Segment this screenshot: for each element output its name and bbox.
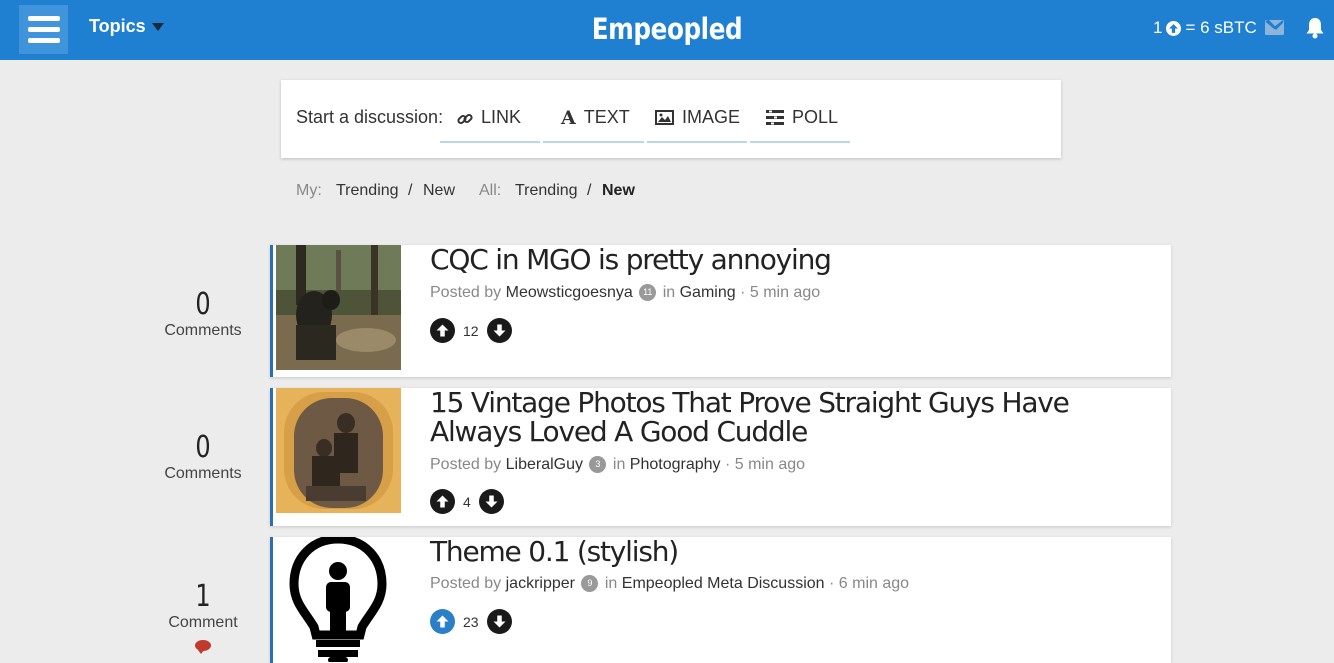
filter-separator: / — [587, 182, 592, 199]
mail-icon[interactable] — [1265, 20, 1284, 35]
vote-count: 12 — [463, 322, 479, 339]
in-label: in — [662, 284, 676, 301]
all-trending-link[interactable]: Trending — [515, 182, 578, 200]
vote-controls: 23 — [430, 609, 512, 634]
post-author[interactable]: LiberalGuy — [506, 456, 583, 473]
post-card: 15 Vintage Photos That Prove Straight Gu… — [270, 388, 1171, 526]
rate-left: 1 — [1153, 18, 1163, 37]
post-meta: Posted by LiberalGuy 3 in Photography · … — [430, 456, 805, 474]
comments-count[interactable]: 1 Comment — [153, 580, 253, 656]
comment-bubble-icon — [195, 640, 211, 654]
all-new-link[interactable]: New — [602, 182, 635, 200]
post-author[interactable]: Meowsticgoesnya — [506, 284, 633, 301]
upvote-button[interactable] — [430, 609, 455, 634]
post-time: · 6 min ago — [829, 575, 910, 592]
comments-label: Comment — [168, 614, 238, 631]
vote-count: 4 — [463, 493, 471, 510]
post-meta: Posted by Meowsticgoesnya 11 in Gaming ·… — [430, 284, 820, 302]
poll-icon — [766, 107, 784, 130]
user-level-badge: 3 — [589, 456, 607, 474]
post-meta: Posted by jackripper 9 in Empeopled Meta… — [430, 575, 909, 593]
menu-line — [27, 16, 60, 21]
downvote-button[interactable] — [478, 489, 504, 514]
poll-post-button[interactable]: POLL — [750, 102, 850, 143]
my-new-link[interactable]: New — [423, 182, 455, 200]
post-thumbnail[interactable] — [276, 245, 401, 370]
upvote-button[interactable] — [430, 489, 455, 514]
post-thumbnail[interactable] — [276, 388, 401, 513]
downvote-button[interactable] — [486, 318, 512, 343]
comments-label: Comments — [164, 322, 242, 339]
vote-controls: 12 — [430, 318, 512, 343]
start-discussion-panel: Start a discussion: LINK A TEXT IMAGE PO… — [281, 80, 1061, 158]
posted-by-label: Posted by — [430, 284, 502, 301]
post-title[interactable]: Theme 0.1 (stylish) — [430, 537, 1167, 566]
posted-by-label: Posted by — [430, 456, 502, 473]
post-topic[interactable]: Photography — [630, 456, 721, 473]
post-author[interactable]: jackripper — [506, 575, 575, 592]
my-trending-link[interactable]: Trending — [336, 182, 399, 200]
post-time: · 5 min ago — [724, 456, 806, 473]
downvote-button[interactable] — [486, 609, 512, 634]
image-post-button[interactable]: IMAGE — [647, 102, 747, 143]
my-filter-label: My: — [296, 182, 322, 199]
text-label: TEXT — [583, 107, 630, 127]
in-label: in — [604, 575, 618, 592]
top-bar: Topics Empeopled 1 = 6 sBTC — [0, 0, 1334, 60]
hamburger-menu-button[interactable] — [19, 5, 68, 54]
poll-label: POLL — [792, 107, 839, 127]
post-topic[interactable]: Gaming — [680, 284, 736, 301]
user-level-badge: 9 — [581, 575, 599, 593]
post-thumbnail[interactable] — [276, 537, 401, 662]
start-discussion-label: Start a discussion: — [296, 107, 444, 127]
comments-number: 0 — [195, 430, 211, 465]
filter-separator: / — [408, 182, 413, 199]
image-label: IMAGE — [682, 107, 741, 127]
bell-icon[interactable] — [1305, 17, 1325, 39]
upvote-coin-icon — [1166, 20, 1182, 36]
caret-down-icon — [151, 23, 164, 32]
topics-label: Topics — [89, 16, 146, 36]
text-post-button[interactable]: A TEXT — [543, 102, 644, 143]
comments-number: 1 — [195, 579, 211, 614]
vote-controls: 4 — [430, 489, 504, 514]
link-icon — [457, 107, 473, 132]
vote-count: 23 — [463, 613, 479, 630]
post-card: CQC in MGO is pretty annoying Posted by … — [270, 245, 1171, 377]
comments-number: 0 — [195, 287, 211, 322]
user-level-badge: 11 — [639, 284, 657, 302]
post-topic[interactable]: Empeopled Meta Discussion — [622, 575, 825, 592]
upvote-button[interactable] — [430, 318, 455, 343]
rate-right: = 6 sBTC — [1185, 18, 1257, 37]
topics-dropdown[interactable]: Topics — [89, 16, 164, 37]
comments-count[interactable]: 0 Comments — [153, 431, 253, 483]
post-card: Theme 0.1 (stylish) Posted by jackripper… — [270, 537, 1171, 663]
post-title[interactable]: CQC in MGO is pretty annoying — [430, 245, 1167, 274]
text-icon: A — [561, 107, 576, 129]
menu-line — [27, 38, 60, 43]
exchange-rate: 1 = 6 sBTC — [1153, 18, 1257, 38]
all-filter-label: All: — [479, 182, 502, 199]
link-label: LINK — [481, 107, 522, 127]
post-time: · 5 min ago — [740, 284, 821, 301]
comments-count[interactable]: 0 Comments — [153, 288, 253, 340]
link-post-button[interactable]: LINK — [440, 102, 540, 143]
post-title[interactable]: 15 Vintage Photos That Prove Straight Gu… — [430, 388, 1167, 446]
menu-line — [27, 27, 60, 32]
in-label: in — [612, 456, 626, 473]
comments-label: Comments — [164, 465, 242, 482]
image-icon — [655, 107, 674, 130]
posted-by-label: Posted by — [430, 575, 502, 592]
site-logo[interactable]: Empeopled — [100, 12, 1234, 46]
